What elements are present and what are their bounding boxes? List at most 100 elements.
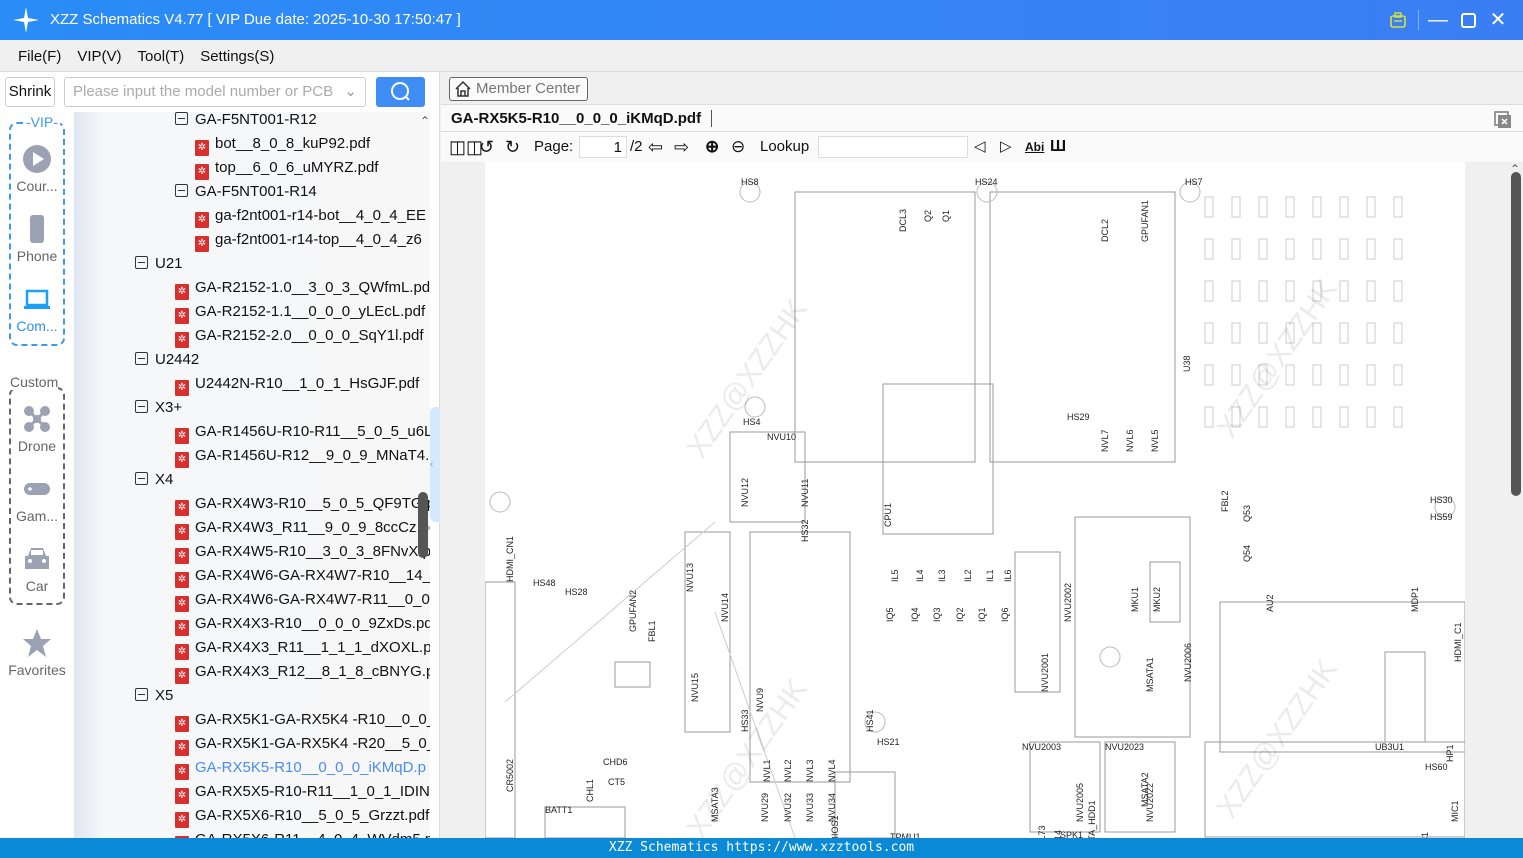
collapse-icon[interactable] bbox=[175, 112, 188, 125]
rail-label: Phone bbox=[16, 248, 58, 264]
maximize-button[interactable] bbox=[1456, 8, 1480, 32]
collapse-icon[interactable] bbox=[175, 184, 188, 197]
menu-tool[interactable]: Tool(T) bbox=[130, 40, 193, 73]
rail-item-game[interactable]: Gam... bbox=[0, 474, 74, 524]
tree-folder[interactable]: X3+ bbox=[135, 396, 182, 420]
chevron-down-icon[interactable]: ⌄ bbox=[344, 78, 357, 106]
rotate-left-icon[interactable]: ↺ bbox=[479, 136, 494, 158]
menu-settings[interactable]: Settings(S) bbox=[192, 40, 282, 73]
tree-file[interactable]: ✲ GA-RX4W6-GA-RX4W7-R10__14_ bbox=[175, 564, 430, 588]
tree-file[interactable]: ✲ GA-R2152-1.0__3_0_3_QWfmL.pd bbox=[175, 276, 430, 300]
viewer-scrollbar[interactable] bbox=[1511, 172, 1521, 496]
tab-active-document[interactable]: GA-RX5K5-R10__0_0_0_iKMqD.pdf bbox=[451, 110, 713, 127]
next-page-icon[interactable]: ⇨ bbox=[674, 136, 689, 158]
briefcase-icon[interactable] bbox=[1389, 11, 1407, 29]
lookup-input[interactable] bbox=[818, 136, 968, 158]
tree-file[interactable]: ✲ GA-RX5K1-GA-RX5K4 -R10__0_0_ bbox=[175, 708, 430, 732]
pdf-icon: ✲ bbox=[175, 740, 189, 756]
tree-file[interactable]: ✲ GA-RX4W3_R11__9_0_9_8ccCz.pd bbox=[175, 516, 430, 540]
tree-file[interactable]: ✲ GA-R1456U-R12__9_0_9_MNaT4.p bbox=[175, 444, 430, 468]
tree-file[interactable]: ✲ GA-RX4W6-GA-RX4W7-R11__0_0 bbox=[175, 588, 430, 612]
rotate-right-icon[interactable]: ↻ bbox=[505, 136, 520, 158]
schematic-ref-label: NVU33 bbox=[805, 792, 815, 822]
divider bbox=[1418, 10, 1419, 30]
tree-file[interactable]: ✲ GA-RX5X6-R10__5_0_5_Grzzt.pdf bbox=[175, 804, 429, 828]
schematic-ref-label: HS8 bbox=[741, 177, 759, 187]
collapse-icon[interactable] bbox=[135, 688, 148, 701]
pdf-icon: ✲ bbox=[195, 164, 209, 180]
binoculars-icon[interactable]: Ш bbox=[1050, 136, 1066, 158]
collapse-icon[interactable] bbox=[135, 400, 148, 413]
menu-file[interactable]: File(F) bbox=[10, 40, 69, 73]
tree-folder[interactable]: X5 bbox=[135, 684, 173, 708]
tree-label: GA-RX4W5-R10__3_0_3_8FNvX.p bbox=[195, 543, 430, 560]
minimize-button[interactable]: — bbox=[1426, 8, 1450, 32]
tree-file[interactable]: ✲ GA-RX5K1-GA-RX5K4 -R20__5_0_ bbox=[175, 732, 430, 756]
tree-file[interactable]: ✲ GA-RX4X3-R10__0_0_0_9ZxDs.pd bbox=[175, 612, 430, 636]
rail-item-course[interactable]: Cour... bbox=[0, 144, 74, 194]
search-input[interactable]: Please input the model number or PCB ⌄ bbox=[64, 77, 366, 107]
two-page-icon[interactable]: ◫◫ bbox=[449, 136, 483, 158]
rail-item-car[interactable]: Car bbox=[0, 544, 74, 594]
tree-file[interactable]: ✲ ga-f2nt001-r14-top__4_0_4_z6 bbox=[195, 228, 422, 252]
search-button[interactable] bbox=[376, 77, 425, 107]
tree-scrollbar[interactable] bbox=[418, 492, 428, 558]
page-input[interactable]: 1 bbox=[579, 136, 627, 158]
test-pad bbox=[1258, 322, 1268, 344]
member-center-button[interactable]: Member Center bbox=[449, 77, 588, 101]
tree-file[interactable]: ✲ U2442N-R10__1_0_1_HsGJF.pdf bbox=[175, 372, 419, 396]
pdf-icon: ✲ bbox=[195, 236, 209, 252]
find-prev-icon[interactable]: ◁ bbox=[974, 136, 986, 158]
close-button[interactable]: ✕ bbox=[1486, 8, 1510, 32]
rail-item-computer[interactable]: Com... bbox=[0, 284, 74, 334]
schematic-ref-label: NVU2001 bbox=[1040, 652, 1050, 692]
match-case-icon[interactable]: Abi bbox=[1025, 136, 1044, 158]
schematic-ref-label: IL3 bbox=[937, 569, 947, 582]
shrink-button[interactable]: Shrink bbox=[5, 77, 55, 107]
zoom-out-icon[interactable]: ⊖ bbox=[731, 136, 745, 158]
pdf-icon: ✲ bbox=[175, 788, 189, 804]
tree-file[interactable]: ✲ GA-RX4W5-R10__3_0_3_8FNvX.p bbox=[175, 540, 430, 564]
tree-file[interactable]: ✲ GA-RX5K5-R10__0_0_0_iKMqD.p bbox=[175, 756, 426, 780]
tree-folder[interactable]: GA-F5NT001-R12 bbox=[175, 112, 317, 132]
tree-folder[interactable]: X4 bbox=[135, 468, 173, 492]
pdf-icon: ✲ bbox=[175, 308, 189, 324]
tree-file[interactable]: ✲ GA-RX4X3_R11__1_1_1_dXOXL.p bbox=[175, 636, 430, 660]
collapse-icon[interactable] bbox=[135, 256, 148, 269]
tree-label: GA-R2152-2.0__0_0_0_SqY1l.pdf bbox=[195, 327, 424, 344]
pdf-icon: ✲ bbox=[195, 212, 209, 228]
schematic-ref-label: IQ1 bbox=[977, 607, 987, 622]
schematic-ref-label: NVU12 bbox=[740, 477, 750, 507]
collapse-panel-handle[interactable]: ‹ bbox=[430, 407, 440, 522]
pdf-viewport[interactable]: HS8 HS24 HS7 GPUFAN1 DCL2 DCL3 Q1 Q2 U38 NVU10 NVU… bbox=[441, 162, 1523, 838]
tree-file[interactable]: ✲ ga-f2nt001-r14-bot__4_0_4_EE bbox=[195, 204, 426, 228]
schematic-ref-label: IQ2 bbox=[955, 607, 965, 622]
rail-item-favorites[interactable]: Favorites bbox=[0, 628, 74, 678]
tree-file[interactable]: ✲ GA-R2152-1.1__0_0_0_yLEcL.pdf bbox=[175, 300, 425, 324]
tree-file[interactable]: ✲ GA-R2152-2.0__0_0_0_SqY1l.pdf bbox=[175, 324, 424, 348]
rail-item-phone[interactable]: Phone bbox=[0, 214, 74, 264]
tree-file[interactable]: ✲ bot__8_0_8_kuP92.pdf bbox=[195, 132, 370, 156]
tree-file[interactable]: ✲ GA-RX4X3_R12__8_1_8_cBNYG.p bbox=[175, 660, 430, 684]
rail-item-drone[interactable]: Drone bbox=[0, 404, 74, 454]
tree-file[interactable]: ✲ top__6_0_6_uMYRZ.pdf bbox=[195, 156, 378, 180]
find-next-icon[interactable]: ▷ bbox=[1000, 136, 1012, 158]
tree-file[interactable]: ✲ GA-R1456U-R10-R11__5_0_5_u6L bbox=[175, 420, 430, 444]
schematic-ref-label: CT5 bbox=[608, 777, 626, 787]
close-all-tabs-icon[interactable] bbox=[1494, 111, 1512, 129]
menu-vip[interactable]: VIP(V) bbox=[69, 40, 129, 73]
tree-folder[interactable]: U21 bbox=[135, 252, 183, 276]
tree-folder[interactable]: GA-F5NT001-R14 bbox=[175, 180, 317, 204]
rail-label: Gam... bbox=[15, 508, 58, 524]
tree-file[interactable]: ✲ GA-RX5X5-R10-R11__1_0_1_IDIN bbox=[175, 780, 430, 804]
zoom-in-icon[interactable]: ⊕ bbox=[705, 136, 719, 158]
schematic-ref-label: SPK1 bbox=[1060, 830, 1084, 838]
tree-folder[interactable]: U2442 bbox=[135, 348, 199, 372]
collapse-icon[interactable] bbox=[135, 472, 148, 485]
scroll-up-icon[interactable]: ⌃ bbox=[420, 114, 430, 128]
prev-page-icon[interactable]: ⇦ bbox=[648, 136, 663, 158]
schematic-ref-label: FBL2 bbox=[1220, 490, 1230, 512]
tree-file[interactable]: ✲ GA-RX4W3-R10__5_0_5_QF9TG.p bbox=[175, 492, 430, 516]
tree-file[interactable]: ✲GA-RX5X6-R11__4_0_4_WVdm5.p bbox=[175, 828, 430, 838]
collapse-icon[interactable] bbox=[135, 352, 148, 365]
